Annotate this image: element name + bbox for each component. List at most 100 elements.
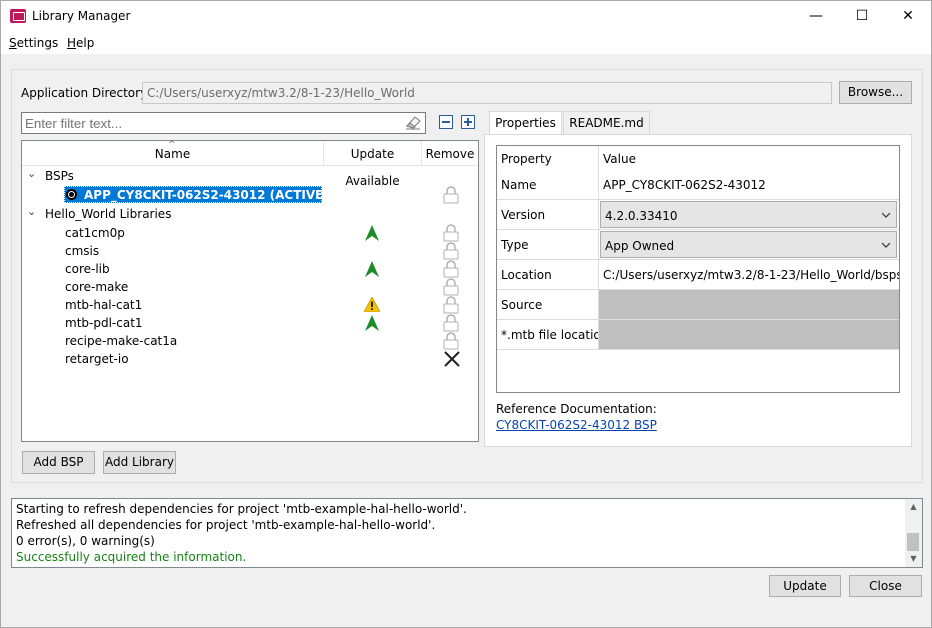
lock-icon xyxy=(443,296,459,314)
lock-icon xyxy=(443,314,459,332)
window-title: Library Manager xyxy=(32,9,131,23)
reference-label: Reference Documentation: xyxy=(496,402,657,416)
log-scrollbar[interactable]: ▲ ▼ xyxy=(905,499,922,567)
property-row-type: Type App Owned xyxy=(497,230,899,260)
property-value: APP_CY8CKIT-062S2-43012 xyxy=(603,178,766,192)
tree-group-bsps[interactable]: ⌄ BSPs xyxy=(22,167,478,185)
tree-row-library[interactable]: mtb-pdl-cat1 xyxy=(22,314,478,332)
reference-link[interactable]: CY8CKIT-062S2-43012 BSP xyxy=(496,418,657,432)
tab-readme[interactable]: README.md xyxy=(563,111,650,134)
column-remove[interactable]: Remove xyxy=(422,141,478,166)
type-select[interactable]: App Owned xyxy=(600,231,897,258)
warning-icon[interactable] xyxy=(364,297,380,312)
property-value-empty xyxy=(599,320,899,349)
library-name: cmsis xyxy=(65,244,100,258)
library-name: core-lib xyxy=(65,262,110,276)
properties-header: Property Value xyxy=(497,146,899,172)
property-value-empty xyxy=(599,290,899,319)
property-key: Source xyxy=(497,290,599,319)
close-window-button[interactable]: ✕ xyxy=(885,1,931,32)
tree-row-library[interactable]: core-make xyxy=(22,278,478,296)
up-arrow-icon[interactable] xyxy=(365,261,379,277)
log-output[interactable]: Starting to refresh dependencies for pro… xyxy=(11,498,923,568)
app-dir-field: C:/Users/userxyz/mtw3.2/8-1-23/Hello_Wor… xyxy=(142,82,832,104)
property-row-source: Source xyxy=(497,290,899,320)
filter-input[interactable] xyxy=(21,112,426,134)
version-value: 4.2.0.33410 xyxy=(605,209,678,223)
update-button[interactable]: Update xyxy=(769,575,841,597)
tree-row-library[interactable]: recipe-make-cat1a xyxy=(22,332,478,350)
version-select[interactable]: 4.2.0.33410 xyxy=(600,201,897,228)
library-manager-window: Library Manager — ☐ ✕ Settings Help Appl… xyxy=(0,0,932,628)
chevron-down-icon[interactable]: ⌄ xyxy=(27,167,36,180)
property-key: Version xyxy=(497,200,599,229)
library-name: core-make xyxy=(65,280,129,294)
lock-icon xyxy=(443,278,459,296)
tree-header: ^ Name Update Available Remove xyxy=(22,140,478,188)
property-key: *.mtb file location xyxy=(497,320,599,349)
log-line: Starting to refresh dependencies for pro… xyxy=(16,502,467,516)
library-name: recipe-make-cat1a xyxy=(65,334,178,348)
menu-bar: Settings Help xyxy=(1,32,931,54)
scroll-down-icon[interactable]: ▼ xyxy=(905,551,922,567)
chevron-down-icon[interactable]: ⌄ xyxy=(27,205,36,218)
add-library-button[interactable]: Add Library xyxy=(103,451,176,474)
tree-row-library[interactable]: cmsis xyxy=(22,242,478,260)
menu-help[interactable]: Help xyxy=(67,36,94,50)
property-row-mtb-location: *.mtb file location xyxy=(497,320,899,350)
lock-icon xyxy=(443,260,459,278)
log-line: 0 error(s), 0 warning(s) xyxy=(16,534,155,548)
property-key: Location xyxy=(497,260,599,289)
collapse-all-icon[interactable] xyxy=(439,115,453,129)
app-icon xyxy=(10,9,26,23)
tree-row-library[interactable]: core-lib xyxy=(22,260,478,278)
library-name: cat1cm0p xyxy=(65,226,125,240)
header-property: Property xyxy=(497,146,599,172)
tab-properties[interactable]: Properties xyxy=(489,111,562,135)
browse-button[interactable]: Browse... xyxy=(839,81,912,104)
lock-icon xyxy=(443,242,459,260)
group-label: Hello_World Libraries xyxy=(45,207,172,221)
properties-panel: Property Value Name APP_CY8CKIT-062S2-43… xyxy=(484,134,912,447)
title-bar: Library Manager — ☐ ✕ xyxy=(1,1,931,32)
tree-row-library[interactable]: retarget-io xyxy=(22,350,478,368)
property-row-location: Location C:/Users/userxyz/mtw3.2/8-1-23/… xyxy=(497,260,899,290)
up-arrow-icon[interactable] xyxy=(365,315,379,331)
up-arrow-icon[interactable] xyxy=(365,225,379,241)
library-name: mtb-pdl-cat1 xyxy=(65,316,143,330)
chevron-down-icon xyxy=(882,242,890,248)
bsp-name: APP_CY8CKIT-062S2-43012 (ACTIVE) xyxy=(84,188,329,202)
library-name: retarget-io xyxy=(65,352,129,366)
maximize-button[interactable]: ☐ xyxy=(839,1,885,32)
minimize-button[interactable]: — xyxy=(793,1,839,32)
tree-row-bsp[interactable]: APP_CY8CKIT-062S2-43012 (ACTIVE) xyxy=(22,186,478,204)
log-line: Refreshed all dependencies for project '… xyxy=(16,518,436,532)
log-line-success: Successfully acquired the information. xyxy=(16,550,247,564)
menu-settings[interactable]: Settings xyxy=(9,36,58,50)
scroll-up-icon[interactable]: ▲ xyxy=(905,499,922,515)
tree-row-library[interactable]: cat1cm0p xyxy=(22,224,478,242)
scroll-thumb[interactable] xyxy=(907,533,919,551)
details-tabs: Properties README.md Property Value Name… xyxy=(484,111,912,447)
eraser-icon[interactable] xyxy=(404,114,422,131)
add-bsp-button[interactable]: Add BSP xyxy=(22,451,95,474)
type-value: App Owned xyxy=(605,239,675,253)
chevron-down-icon xyxy=(882,212,890,218)
properties-table: Property Value Name APP_CY8CKIT-062S2-43… xyxy=(496,145,900,393)
library-tree: ^ Name Update Available Remove ⌄ BSPs AP… xyxy=(21,140,479,442)
tree-group-libraries[interactable]: ⌄ Hello_World Libraries xyxy=(22,205,478,223)
remove-x-icon[interactable] xyxy=(443,350,461,368)
property-key: Name xyxy=(497,172,599,199)
lock-icon xyxy=(443,186,459,204)
active-radio-icon[interactable] xyxy=(66,189,77,200)
property-value: C:/Users/userxyz/mtw3.2/8-1-23/Hello_Wor… xyxy=(603,268,899,282)
lock-icon xyxy=(443,332,459,350)
property-key: Type xyxy=(497,230,599,259)
column-update-available[interactable]: Update Available xyxy=(324,141,422,188)
column-name[interactable]: Name xyxy=(22,141,324,166)
expand-all-icon[interactable] xyxy=(461,115,475,129)
lock-icon xyxy=(443,224,459,242)
close-button[interactable]: Close xyxy=(849,575,922,597)
property-row-name: Name APP_CY8CKIT-062S2-43012 xyxy=(497,172,899,200)
tree-row-library[interactable]: mtb-hal-cat1 xyxy=(22,296,478,314)
